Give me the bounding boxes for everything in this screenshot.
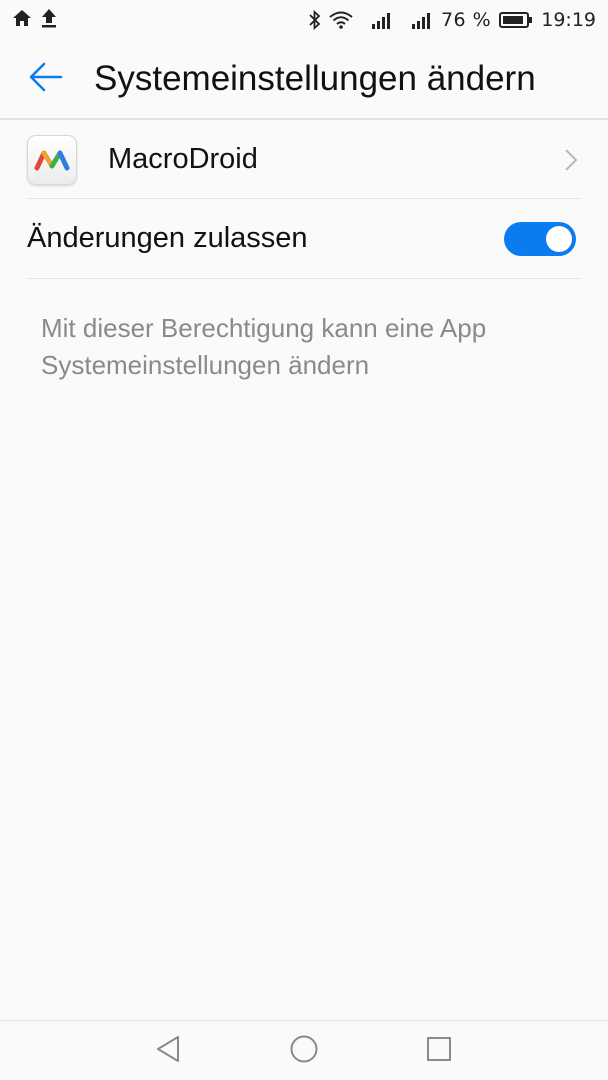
upload-icon [40,8,58,33]
signal-icon [371,11,393,29]
title-bar: Systemeinstellungen ändern [0,40,608,120]
status-right: 76 % 19:19 [308,9,596,31]
app-info-row[interactable]: MacroDroid [27,121,581,199]
chevron-right-icon [561,148,581,172]
app-name: MacroDroid [108,143,258,175]
arrow-left-icon [29,62,63,96]
status-time: 19:19 [541,9,596,31]
permission-description: Mit dieser Berechtigung kann eine App Sy… [41,313,487,380]
toggle-knob [546,225,572,252]
battery-icon [499,11,533,29]
bluetooth-icon [308,10,321,30]
circle-home-icon [289,1034,319,1068]
battery-percent: 76 % [440,9,492,31]
macrodroid-app-icon [27,134,77,185]
signal-icon [411,11,433,29]
allow-changes-row: Änderungen zulassen [27,199,581,279]
home-icon [12,9,32,32]
triangle-back-icon [154,1034,182,1068]
nav-recents-button[interactable] [409,1026,469,1076]
allow-changes-toggle[interactable] [504,221,576,256]
square-recents-icon [425,1035,453,1067]
page-title: Systemeinstellungen ändern [94,59,536,98]
wifi-icon [329,11,353,29]
back-button[interactable] [26,59,66,99]
navigation-bar [0,1020,608,1080]
nav-back-button[interactable] [138,1026,198,1076]
status-left [12,8,58,33]
status-bar: 76 % 19:19 [0,0,608,40]
allow-changes-label: Änderungen zulassen [27,222,308,254]
nav-home-button[interactable] [274,1026,334,1076]
screen: 76 % 19:19 Systemeinstellungen ändern Ma… [0,0,608,1080]
